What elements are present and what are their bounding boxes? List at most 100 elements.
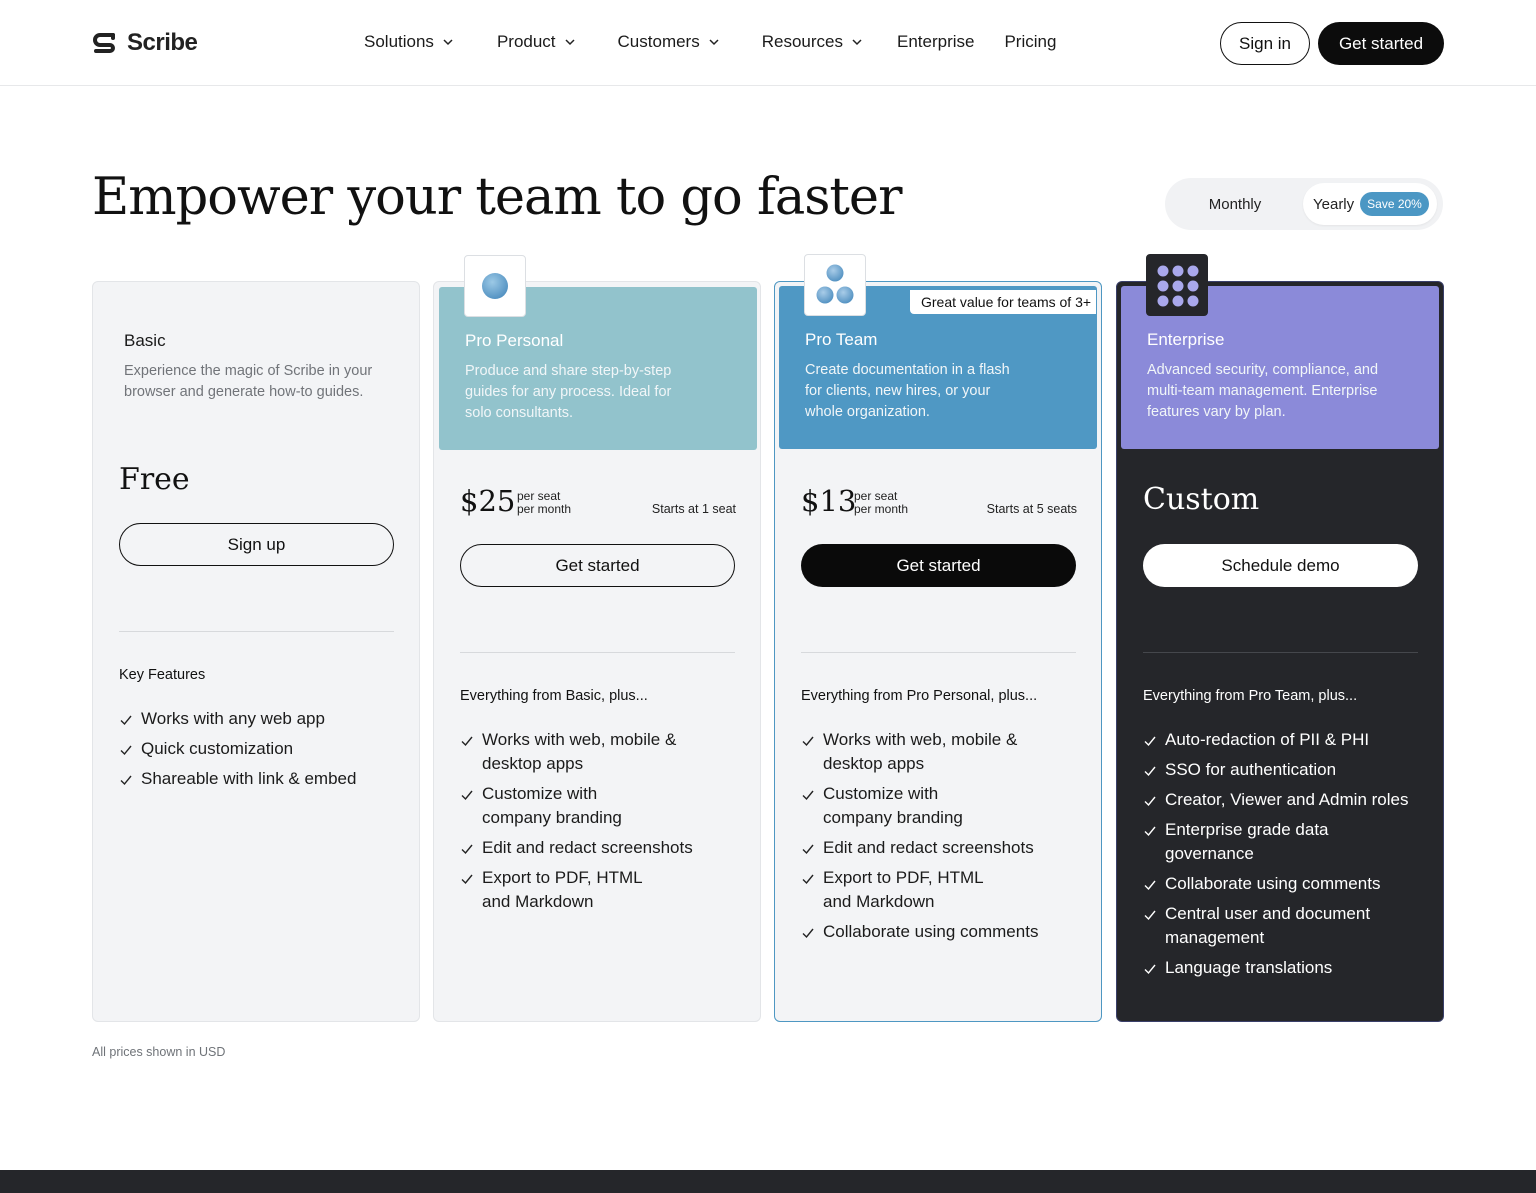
feature-label: Export to PDF, HTML and Markdown bbox=[482, 868, 642, 911]
check-icon bbox=[461, 874, 473, 885]
nav-product-label: Product bbox=[496, 32, 556, 51]
card-divider bbox=[1143, 652, 1418, 653]
price-row: $25 per seat per month Starts at 1 seat bbox=[460, 484, 736, 524]
currency-footnote: All prices shown in USD bbox=[92, 1045, 226, 1059]
pro-team-get-started-button[interactable]: Get started bbox=[801, 544, 1076, 587]
chevron-down-icon bbox=[443, 39, 453, 46]
nav-customers[interactable]: Customers bbox=[618, 30, 720, 54]
feature-label: Works with web, mobile & desktop apps bbox=[823, 730, 1018, 773]
plan-name: Pro Team bbox=[805, 330, 878, 349]
brand-name: Scribe bbox=[127, 29, 198, 56]
check-icon bbox=[802, 928, 814, 939]
scribe-logo-icon bbox=[93, 33, 115, 53]
page-title: Empower your team to go faster bbox=[92, 168, 902, 227]
check-icon bbox=[802, 790, 814, 801]
card-divider bbox=[119, 631, 394, 632]
pro-personal-icon bbox=[464, 255, 526, 317]
features-title: Key Features bbox=[119, 667, 206, 683]
check-icon bbox=[120, 775, 132, 786]
feature-label: Creator, Viewer and Admin roles bbox=[1165, 790, 1409, 809]
header-get-started-button[interactable]: Get started bbox=[1318, 22, 1444, 65]
list-item: Works with any web app bbox=[119, 707, 409, 731]
billing-yearly-option[interactable]: Yearly Save 20% bbox=[1303, 183, 1437, 225]
feature-label: Quick customization bbox=[141, 739, 294, 758]
sign-up-button[interactable]: Sign up bbox=[119, 523, 394, 566]
check-icon bbox=[1144, 910, 1156, 921]
nav-solutions-label: Solutions bbox=[364, 32, 434, 51]
nav-enterprise-label: Enterprise bbox=[896, 32, 975, 51]
plan-price: Free bbox=[119, 462, 190, 497]
list-item: Customize with company branding bbox=[801, 782, 1071, 830]
schedule-demo-button[interactable]: Schedule demo bbox=[1143, 544, 1418, 587]
card-divider bbox=[460, 652, 735, 653]
chevron-down-icon bbox=[565, 39, 575, 46]
plan-description: Create documentation in a flash for clie… bbox=[805, 362, 1010, 420]
check-icon bbox=[1144, 880, 1156, 891]
billing-yearly-label: Yearly bbox=[1313, 195, 1355, 213]
feature-label: Edit and redact screenshots bbox=[482, 838, 693, 857]
card-divider bbox=[801, 652, 1076, 653]
list-item: Auto-redaction of PII & PHI bbox=[1143, 728, 1423, 752]
sign-in-button[interactable]: Sign in bbox=[1220, 22, 1310, 65]
chevron-down-icon bbox=[709, 39, 719, 46]
features-title: Everything from Pro Personal, plus... bbox=[801, 688, 1038, 704]
list-item: Language translations bbox=[1143, 956, 1423, 980]
plan-description: Advanced security, compliance, and multi… bbox=[1147, 362, 1379, 420]
nav-enterprise[interactable]: Enterprise bbox=[897, 30, 974, 54]
feature-label: Shareable with link & embed bbox=[141, 769, 357, 788]
check-icon bbox=[461, 736, 473, 747]
feature-label: SSO for authentication bbox=[1165, 760, 1337, 779]
plan-price: $25 bbox=[460, 484, 516, 518]
features-list: Works with any web app Quick customizati… bbox=[119, 707, 409, 797]
nav-product[interactable]: Product bbox=[497, 30, 576, 54]
features-list: Auto-redaction of PII & PHI SSO for auth… bbox=[1143, 728, 1423, 986]
price-unit-month: per month bbox=[517, 502, 572, 516]
three-circles-icon bbox=[816, 264, 854, 304]
scribe-logo[interactable]: Scribe bbox=[91, 29, 198, 57]
list-item: Works with web, mobile & desktop apps bbox=[460, 728, 720, 776]
pro-personal-get-started-button[interactable]: Get started bbox=[460, 544, 735, 587]
plan-price: $13 bbox=[801, 484, 857, 518]
check-icon bbox=[1144, 766, 1156, 777]
list-item: Edit and redact screenshots bbox=[460, 836, 720, 860]
list-item: Central user and document management bbox=[1143, 902, 1423, 950]
site-header: Scribe Solutions Product Customers Resou… bbox=[0, 0, 1536, 86]
feature-label: Customize with company branding bbox=[823, 784, 963, 827]
price-unit-month: per month bbox=[854, 502, 909, 516]
list-item: Export to PDF, HTML and Markdown bbox=[460, 866, 720, 914]
pro-team-icon bbox=[804, 254, 866, 316]
list-item: Collaborate using comments bbox=[801, 920, 1071, 944]
nav-customers-label: Customers bbox=[617, 32, 700, 51]
nav-pricing[interactable]: Pricing bbox=[1004, 30, 1056, 54]
feature-label: Works with web, mobile & desktop apps bbox=[482, 730, 677, 773]
features-title: Everything from Basic, plus... bbox=[460, 688, 648, 704]
plan-name: Basic bbox=[124, 331, 166, 350]
billing-monthly-option[interactable]: Monthly bbox=[1173, 183, 1297, 225]
seat-minimum: Starts at 5 seats bbox=[986, 502, 1077, 516]
feature-label: Customize with company branding bbox=[482, 784, 622, 827]
nav-resources-label: Resources bbox=[761, 32, 843, 51]
list-item: Customize with company branding bbox=[460, 782, 720, 830]
feature-label: Works with any web app bbox=[141, 709, 325, 728]
feature-label: Collaborate using comments bbox=[823, 922, 1039, 941]
plan-price: Custom bbox=[1143, 482, 1260, 517]
save-badge: Save 20% bbox=[1360, 192, 1429, 216]
plan-card-basic: Basic Experience the magic of Scribe in … bbox=[92, 281, 420, 1022]
list-item: Creator, Viewer and Admin roles bbox=[1143, 788, 1423, 812]
enterprise-icon bbox=[1146, 254, 1208, 316]
check-icon bbox=[1144, 736, 1156, 747]
list-item: SSO for authentication bbox=[1143, 758, 1423, 782]
plan-description: Produce and share step-by-step guides fo… bbox=[465, 363, 672, 421]
nav-solutions[interactable]: Solutions bbox=[364, 30, 454, 54]
main-nav: Solutions Product Customers Resources En… bbox=[364, 30, 1086, 54]
plan-card-pro-personal: Pro Personal Produce and share step-by-s… bbox=[433, 255, 761, 1022]
nav-pricing-label: Pricing bbox=[1004, 32, 1057, 51]
check-icon bbox=[120, 715, 132, 726]
feature-label: Collaborate using comments bbox=[1165, 874, 1381, 893]
feature-label: Edit and redact screenshots bbox=[823, 838, 1034, 857]
list-item: Collaborate using comments bbox=[1143, 872, 1423, 896]
nav-resources[interactable]: Resources bbox=[762, 30, 863, 54]
price-unit: per seat per month bbox=[517, 490, 571, 516]
footer-bar bbox=[0, 1170, 1536, 1193]
list-item: Shareable with link & embed bbox=[119, 767, 409, 791]
